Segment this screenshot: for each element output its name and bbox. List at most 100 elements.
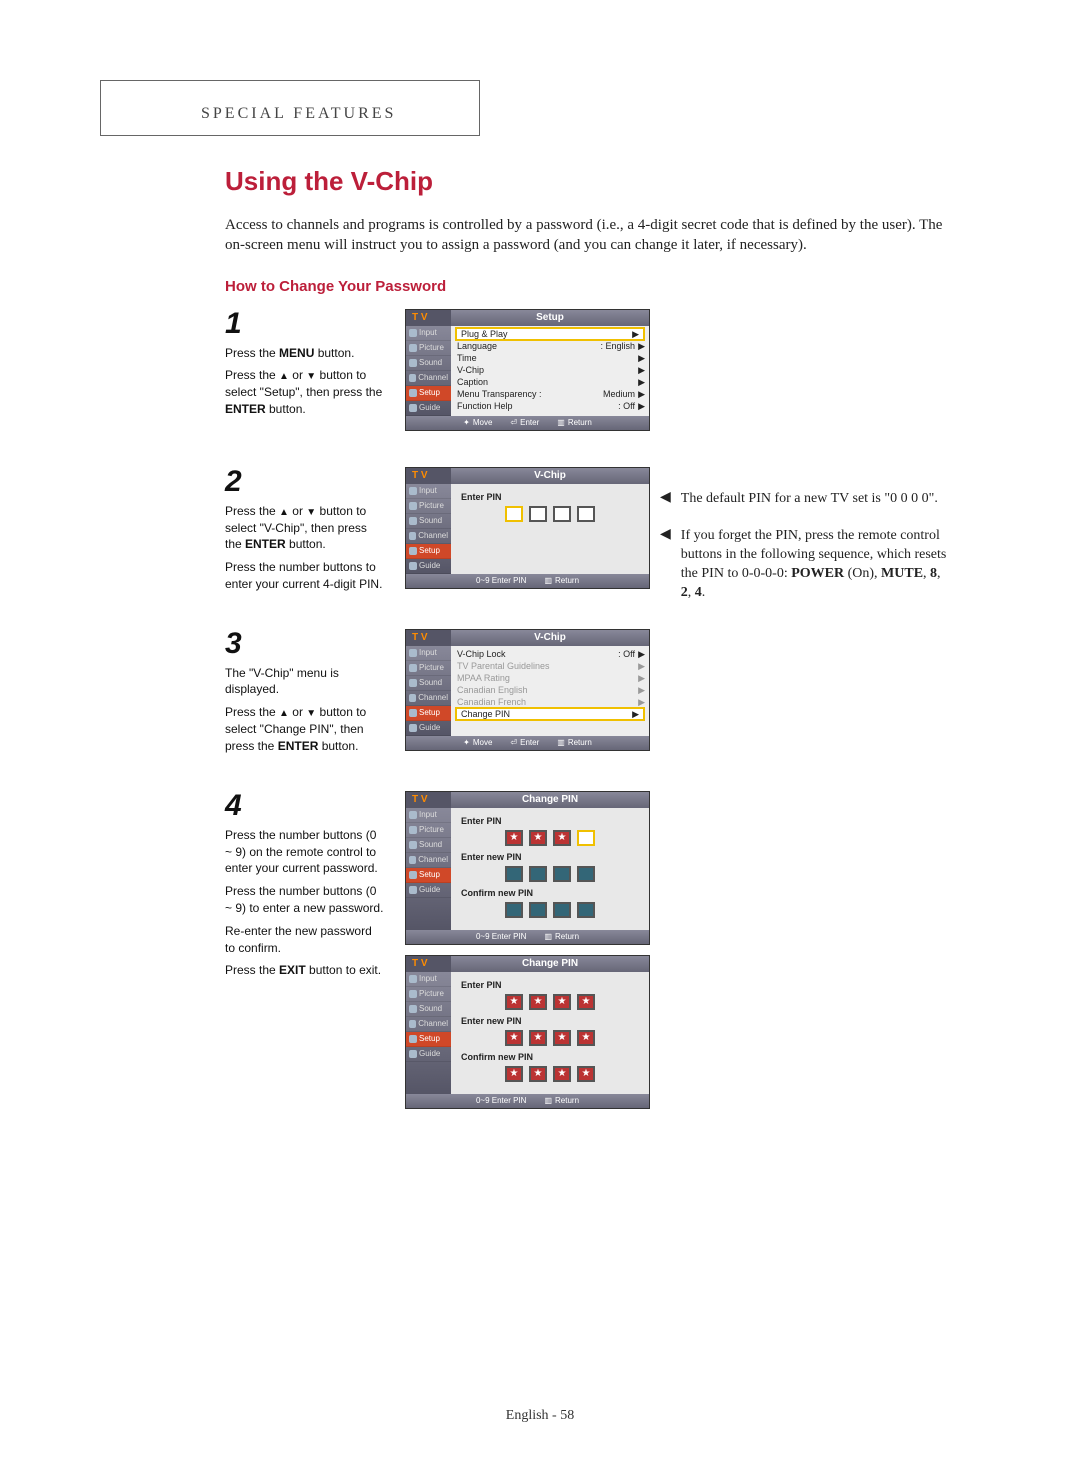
pin-digit: ★ <box>577 1066 595 1082</box>
arrow-left-icon: ◀ <box>660 527 671 603</box>
osd-change-pin-entering: T V Change PIN Input Picture Sound Chann… <box>405 791 650 945</box>
osd-menu-title: Change PIN <box>451 956 649 972</box>
picture-icon <box>409 990 417 998</box>
menu-vchip-lock: V-Chip Lock: Off▶ <box>451 648 649 660</box>
side-picture: Picture <box>406 823 451 838</box>
menu-change-pin: Change PIN▶ <box>455 707 645 721</box>
page-footer: English - 58 <box>0 1408 1080 1424</box>
sound-icon <box>409 517 417 525</box>
arrow-right-icon: ▶ <box>638 673 645 684</box>
pin-digit <box>529 866 547 882</box>
channel-icon <box>409 374 416 382</box>
enter-icon: ⏎ <box>510 418 517 427</box>
menu-function-help: Function Help: Off▶ <box>451 400 649 412</box>
side-setup: Setup <box>406 706 451 721</box>
arrow-right-icon: ▶ <box>638 353 645 364</box>
side-sound: Sound <box>406 676 451 691</box>
pin-boxes <box>457 506 643 522</box>
foot-return: ▥Return <box>544 932 579 942</box>
osd-sidebar: Input Picture Sound Channel Setup Guide <box>406 484 451 574</box>
page: SPECIAL FEATURES Using the V-Chip Access… <box>0 0 1080 1474</box>
osd-menu-title: Setup <box>451 310 649 326</box>
pin-digit: ★ <box>529 830 547 846</box>
foot-enter: ⏎Enter <box>510 418 539 428</box>
input-icon <box>409 811 417 819</box>
step-4-line-4: Press the EXIT button to exit. <box>225 962 385 979</box>
step-2-text: 2 Press the ▲ or ▼ button to select "V-C… <box>225 467 385 593</box>
picture-icon <box>409 664 417 672</box>
menu-canadian-english: Canadian English▶ <box>451 684 649 696</box>
enter-pin-label: Enter PIN <box>457 980 643 990</box>
step-3-line-2: Press the ▲ or ▼ button to select "Chang… <box>225 704 385 755</box>
arrow-right-icon: ▶ <box>638 401 645 412</box>
step-3-text: 3 The "V-Chip" menu is displayed. Press … <box>225 629 385 755</box>
pin-digit: ★ <box>505 830 523 846</box>
enter-pin-boxes: ★ ★ ★ ★ <box>457 994 643 1010</box>
step-4-line-1: Press the number buttons (0 ~ 9) on the … <box>225 827 385 877</box>
side-sound: Sound <box>406 514 451 529</box>
enter-new-pin-label: Enter new PIN <box>457 1016 643 1026</box>
osd-footer: 0~9 Enter PIN ▥Return <box>406 574 649 588</box>
step-4-text: 4 Press the number buttons (0 ~ 9) on th… <box>225 791 385 979</box>
osd-footer: ✦Move ⏎Enter ▥Return <box>406 416 649 430</box>
arrow-right-icon: ▶ <box>632 709 639 720</box>
channel-icon <box>409 856 416 864</box>
return-icon: ▥ <box>557 418 565 427</box>
menu-language: Language: English▶ <box>451 340 649 352</box>
step-1-osd-col: T V Setup Input Picture Sound Channel Se… <box>405 309 650 431</box>
osd-footer: 0~9 Enter PIN ▥Return <box>406 930 649 944</box>
side-picture: Picture <box>406 499 451 514</box>
arrow-right-icon: ▶ <box>638 341 645 352</box>
arrow-right-icon: ▶ <box>632 329 639 340</box>
step-3-osd-col: T V V-Chip Input Picture Sound Channel S… <box>405 629 650 751</box>
move-icon: ✦ <box>463 738 470 747</box>
side-input: Input <box>406 484 451 499</box>
enter-new-pin-label: Enter new PIN <box>457 852 643 862</box>
osd-tv-label: T V <box>406 630 451 646</box>
osd-body: Input Picture Sound Channel Setup Guide … <box>406 646 649 736</box>
input-icon <box>409 329 417 337</box>
channel-icon <box>409 694 416 702</box>
step-4: 4 Press the number buttons (0 ~ 9) on th… <box>225 791 990 1109</box>
osd-body: Input Picture Sound Channel Setup Guide … <box>406 972 649 1094</box>
osd-sidebar: Input Picture Sound Channel Setup Guide <box>406 808 451 930</box>
osd-tv-label: T V <box>406 310 451 326</box>
foot-return: ▥Return <box>557 738 592 748</box>
side-channel: Channel <box>406 691 451 706</box>
side-guide: Guide <box>406 1047 451 1062</box>
arrow-left-icon: ◀ <box>660 490 671 509</box>
osd-header: T V Setup <box>406 310 649 326</box>
side-sound: Sound <box>406 1002 451 1017</box>
pin-digit-2 <box>529 506 547 522</box>
pin-digit <box>577 866 595 882</box>
osd-menu-title: Change PIN <box>451 792 649 808</box>
osd-header: T V Change PIN <box>406 792 649 808</box>
side-setup: Setup <box>406 868 451 883</box>
pin-digit-3 <box>553 506 571 522</box>
step-2-number: 2 <box>225 467 385 497</box>
side-notes: ◀ The default PIN for a new TV set is "0… <box>660 490 950 620</box>
return-icon: ▥ <box>544 932 552 941</box>
arrow-right-icon: ▶ <box>638 389 645 400</box>
pin-digit <box>577 830 595 846</box>
pin-digit: ★ <box>529 1030 547 1046</box>
pin-digit-4 <box>577 506 595 522</box>
side-picture: Picture <box>406 987 451 1002</box>
step-3-number: 3 <box>225 629 385 659</box>
pin-digit <box>577 902 595 918</box>
side-setup: Setup <box>406 1032 451 1047</box>
step-2-line-1: Press the ▲ or ▼ button to select "V-Chi… <box>225 503 385 554</box>
arrow-right-icon: ▶ <box>638 377 645 388</box>
step-3-line-1: The "V-Chip" menu is displayed. <box>225 665 385 699</box>
intro-paragraph: Access to channels and programs is contr… <box>225 215 945 256</box>
guide-icon <box>409 1050 417 1058</box>
foot-return: ▥Return <box>544 1096 579 1106</box>
osd-header: T V V-Chip <box>406 630 649 646</box>
enter-pin-boxes: ★ ★ ★ <box>457 830 643 846</box>
move-icon: ✦ <box>463 418 470 427</box>
menu-transparency: Menu Transparency :Medium▶ <box>451 388 649 400</box>
pin-digit: ★ <box>505 1066 523 1082</box>
menu-plug-play: Plug & Play▶ <box>455 327 645 341</box>
page-title: Using the V-Chip <box>225 166 990 197</box>
side-setup: Setup <box>406 386 451 401</box>
